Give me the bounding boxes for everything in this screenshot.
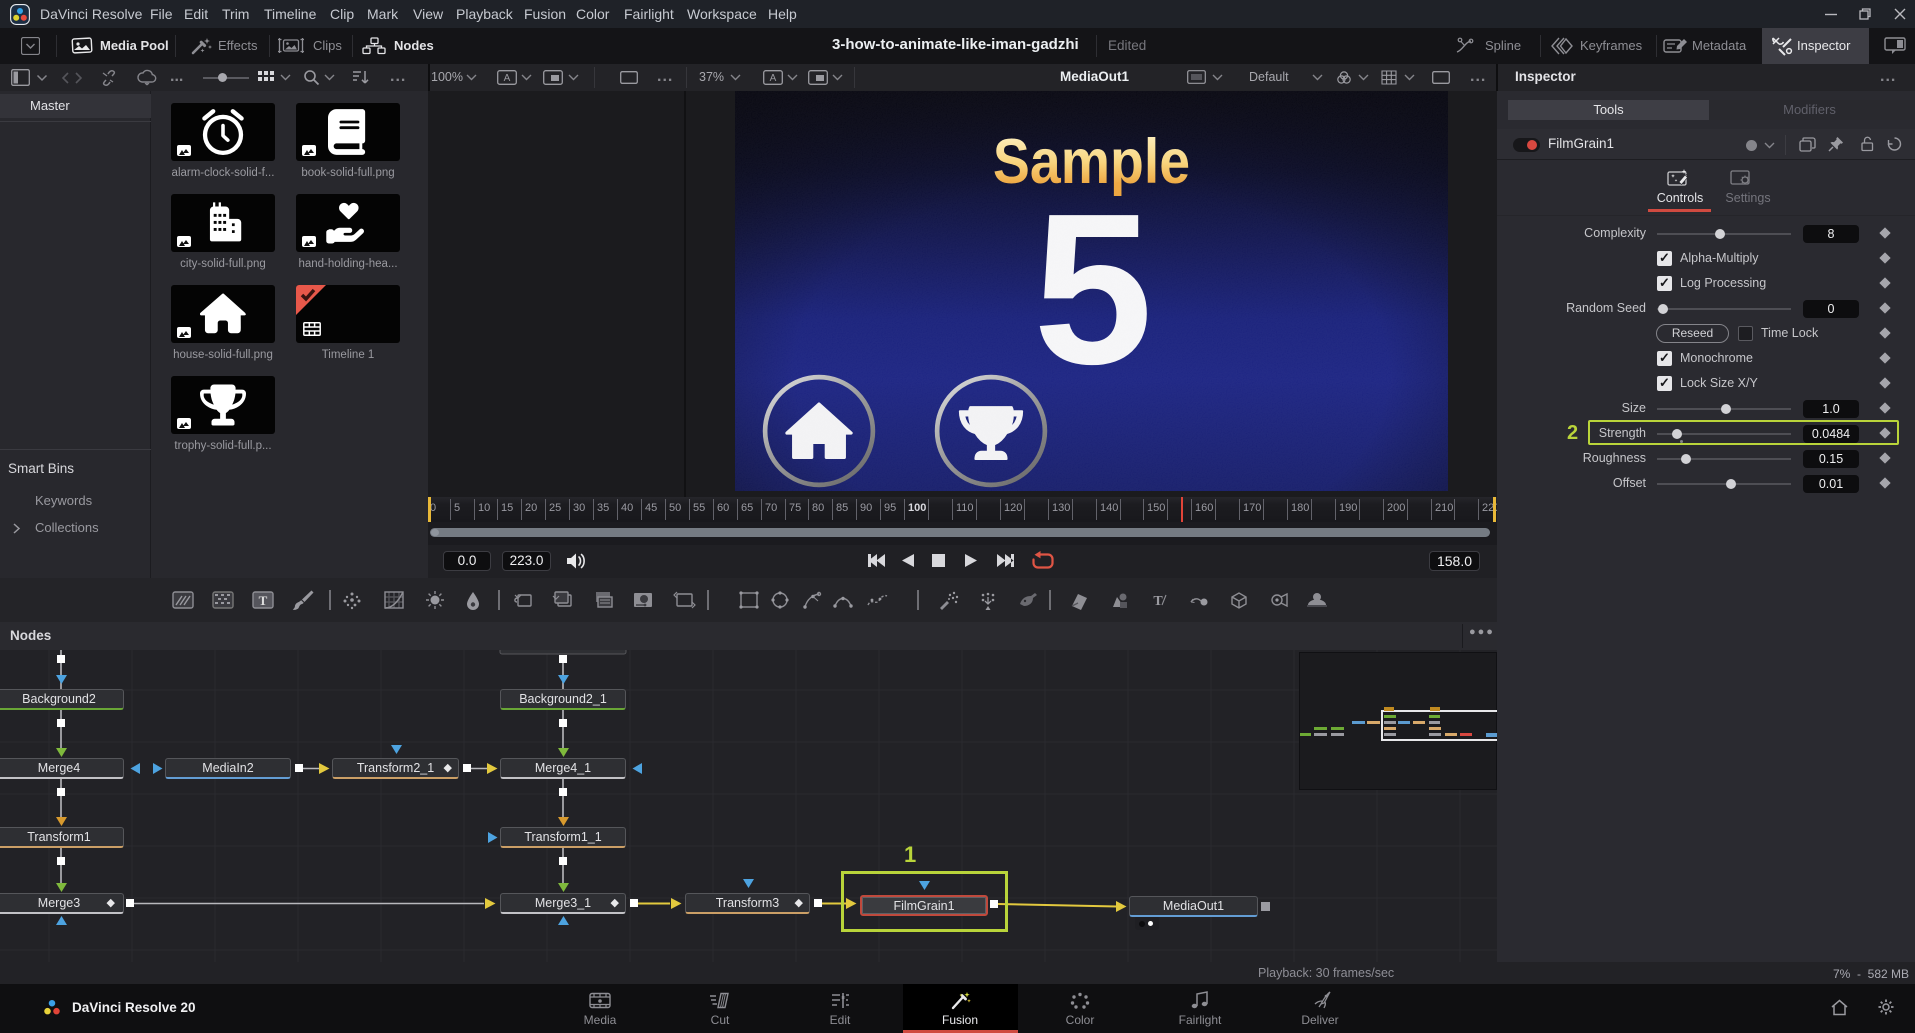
svg-text:T: T [259, 593, 268, 608]
svg-text:A: A [504, 73, 511, 84]
svg-text:A: A [770, 73, 777, 84]
svg-text:T: T [1153, 594, 1163, 609]
